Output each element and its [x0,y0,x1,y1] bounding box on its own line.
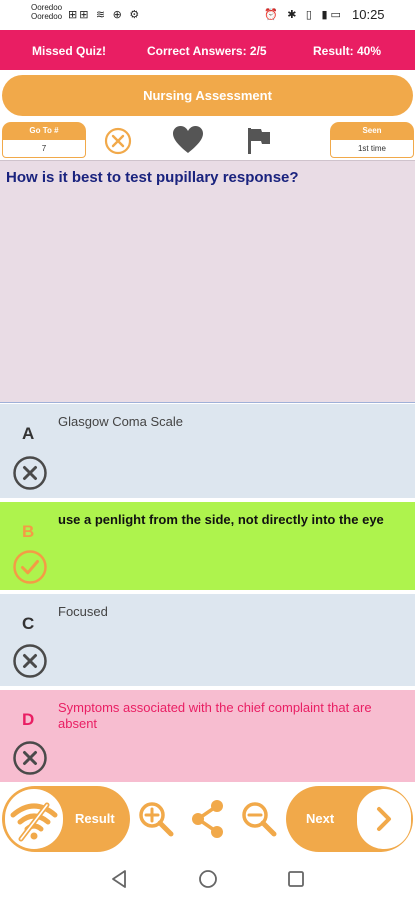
answer-option-c[interactable]: C Focused [0,594,415,686]
home-icon[interactable] [198,869,218,889]
zoom-out-icon[interactable] [240,800,278,838]
system-nav-bar [0,856,415,900]
correct-check-icon [13,550,47,584]
goto-value: 7 [2,139,86,158]
chevron-right-icon [377,807,391,831]
flag-icon[interactable] [246,127,272,155]
status-left-icons: ⊞⊞ ≋ ⊕ ⚙ [68,8,142,21]
answer-letter: C [22,614,35,633]
next-chevron-badge [357,789,411,849]
question-panel: How is it best to test pupillary respons… [0,160,415,403]
answer-text: use a penlight from the side, not direct… [58,512,384,527]
question-text: How is it best to test pupillary respons… [6,169,299,186]
heart-icon[interactable] [172,125,204,155]
answer-letter: D [22,710,35,729]
answer-option-a[interactable]: A Glasgow Coma Scale [0,404,415,498]
quiz-summary-bar: Missed Quiz! Correct Answers: 2/5 Result… [0,30,415,70]
recents-icon[interactable] [287,870,305,888]
wifi-off-badge [5,789,63,849]
wrong-mark-icon [13,741,47,775]
result-button-label: Result [75,811,115,826]
result-button[interactable]: Result [2,786,130,852]
result-percent-label: Result: 40% [313,44,382,58]
status-time: 10:25 [352,7,385,22]
answer-text: Glasgow Coma Scale [58,414,183,429]
answer-letter: B [22,522,35,541]
answer-option-b[interactable]: B use a penlight from the side, not dire… [0,502,415,590]
seen-value: 1st time [330,139,414,158]
wifi-off-icon [10,802,58,842]
question-toolbar: Go To # 7 Seen 1st time [0,120,415,160]
answer-option-d[interactable]: D Symptoms associated with the chief com… [0,690,415,782]
category-title[interactable]: Nursing Assessment [2,75,413,116]
correct-answers-label: Correct Answers: 2/5 [147,44,267,58]
seen-label: Seen [330,122,414,139]
share-icon[interactable] [187,798,229,840]
goto-box[interactable]: Go To # 7 [2,122,86,158]
next-button-label: Next [306,811,335,826]
missed-quiz-label: Missed Quiz! [32,44,107,58]
wrong-mark-icon [13,456,47,490]
zoom-in-icon[interactable] [137,800,175,838]
answer-letter: A [22,424,35,443]
seen-box: Seen 1st time [330,122,414,158]
answer-text: Symptoms associated with the chief compl… [58,700,372,731]
status-right-icons: ⏰ ✱ ▯ ▮▭ [264,8,344,21]
wrong-mark-icon [13,644,47,678]
carrier-text: Ooredoo Ooredoo [31,3,63,21]
bottom-action-bar: Result Next [0,784,415,856]
status-bar: Ooredoo Ooredoo ⊞⊞ ≋ ⊕ ⚙ ⏰ ✱ ▯ ▮▭ 10:25 [0,0,415,30]
goto-label: Go To # [2,122,86,139]
close-circle-icon[interactable] [103,126,133,156]
next-button[interactable]: Next [286,786,413,852]
back-icon[interactable] [110,869,128,889]
answer-text: Focused [58,604,108,619]
